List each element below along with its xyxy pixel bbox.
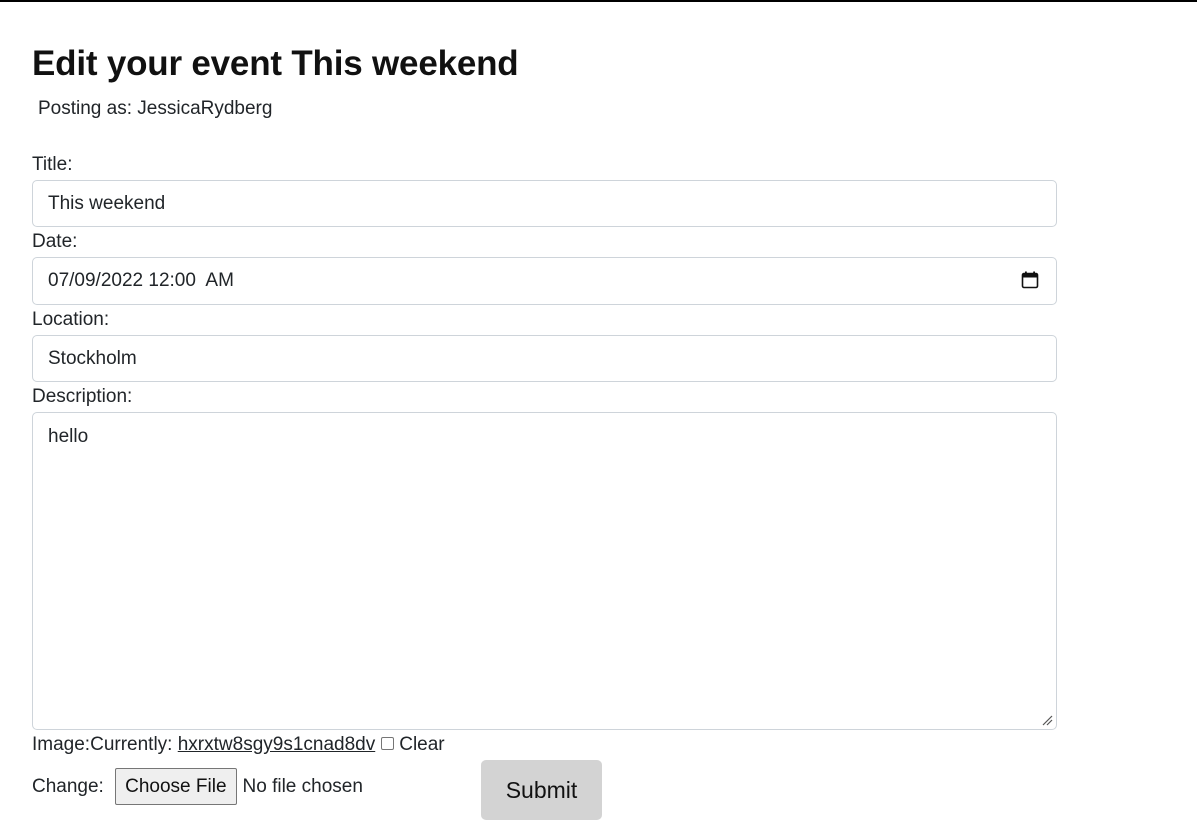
description-label: Description: [32,386,133,407]
image-label: Image: [32,734,91,755]
change-label: Change: [32,775,110,797]
title-input-value: This weekend [48,192,166,214]
description-textarea-value: hello [48,426,89,447]
currently-label: Currently: [90,734,178,755]
current-image-link[interactable]: hxrxtw8sgy9s1cnad8dv [178,734,376,756]
location-input[interactable]: Stockholm [32,335,1057,382]
file-status-text: No file chosen [242,775,363,797]
calendar-icon[interactable] [1021,271,1039,289]
description-textarea[interactable]: hello [32,412,1057,730]
location-input-value: Stockholm [48,347,137,369]
submit-button[interactable]: Submit [481,760,602,820]
date-input-value: 07/09/2022 12:00 AM [48,270,234,291]
location-label: Location: [32,309,110,330]
title-label: Title: [32,154,73,175]
page-title: Edit your event This weekend [32,44,519,83]
date-input[interactable]: 07/09/2022 12:00 AM [32,257,1057,305]
clear-checkbox[interactable] [381,736,395,750]
posting-as-text: Posting as: JessicaRydberg [38,98,273,119]
clear-label: Clear [399,734,445,755]
top-border [0,0,1197,2]
date-label: Date: [32,231,78,252]
image-field-row: Image: Currently: hxrxtw8sgy9s1cnad8dv C… [32,734,445,756]
title-input[interactable]: This weekend [32,180,1057,227]
choose-file-button[interactable]: Choose File [115,768,237,805]
change-image-row: Change: Choose File No file chosen [32,768,363,805]
resize-grip-icon[interactable] [1041,714,1053,726]
